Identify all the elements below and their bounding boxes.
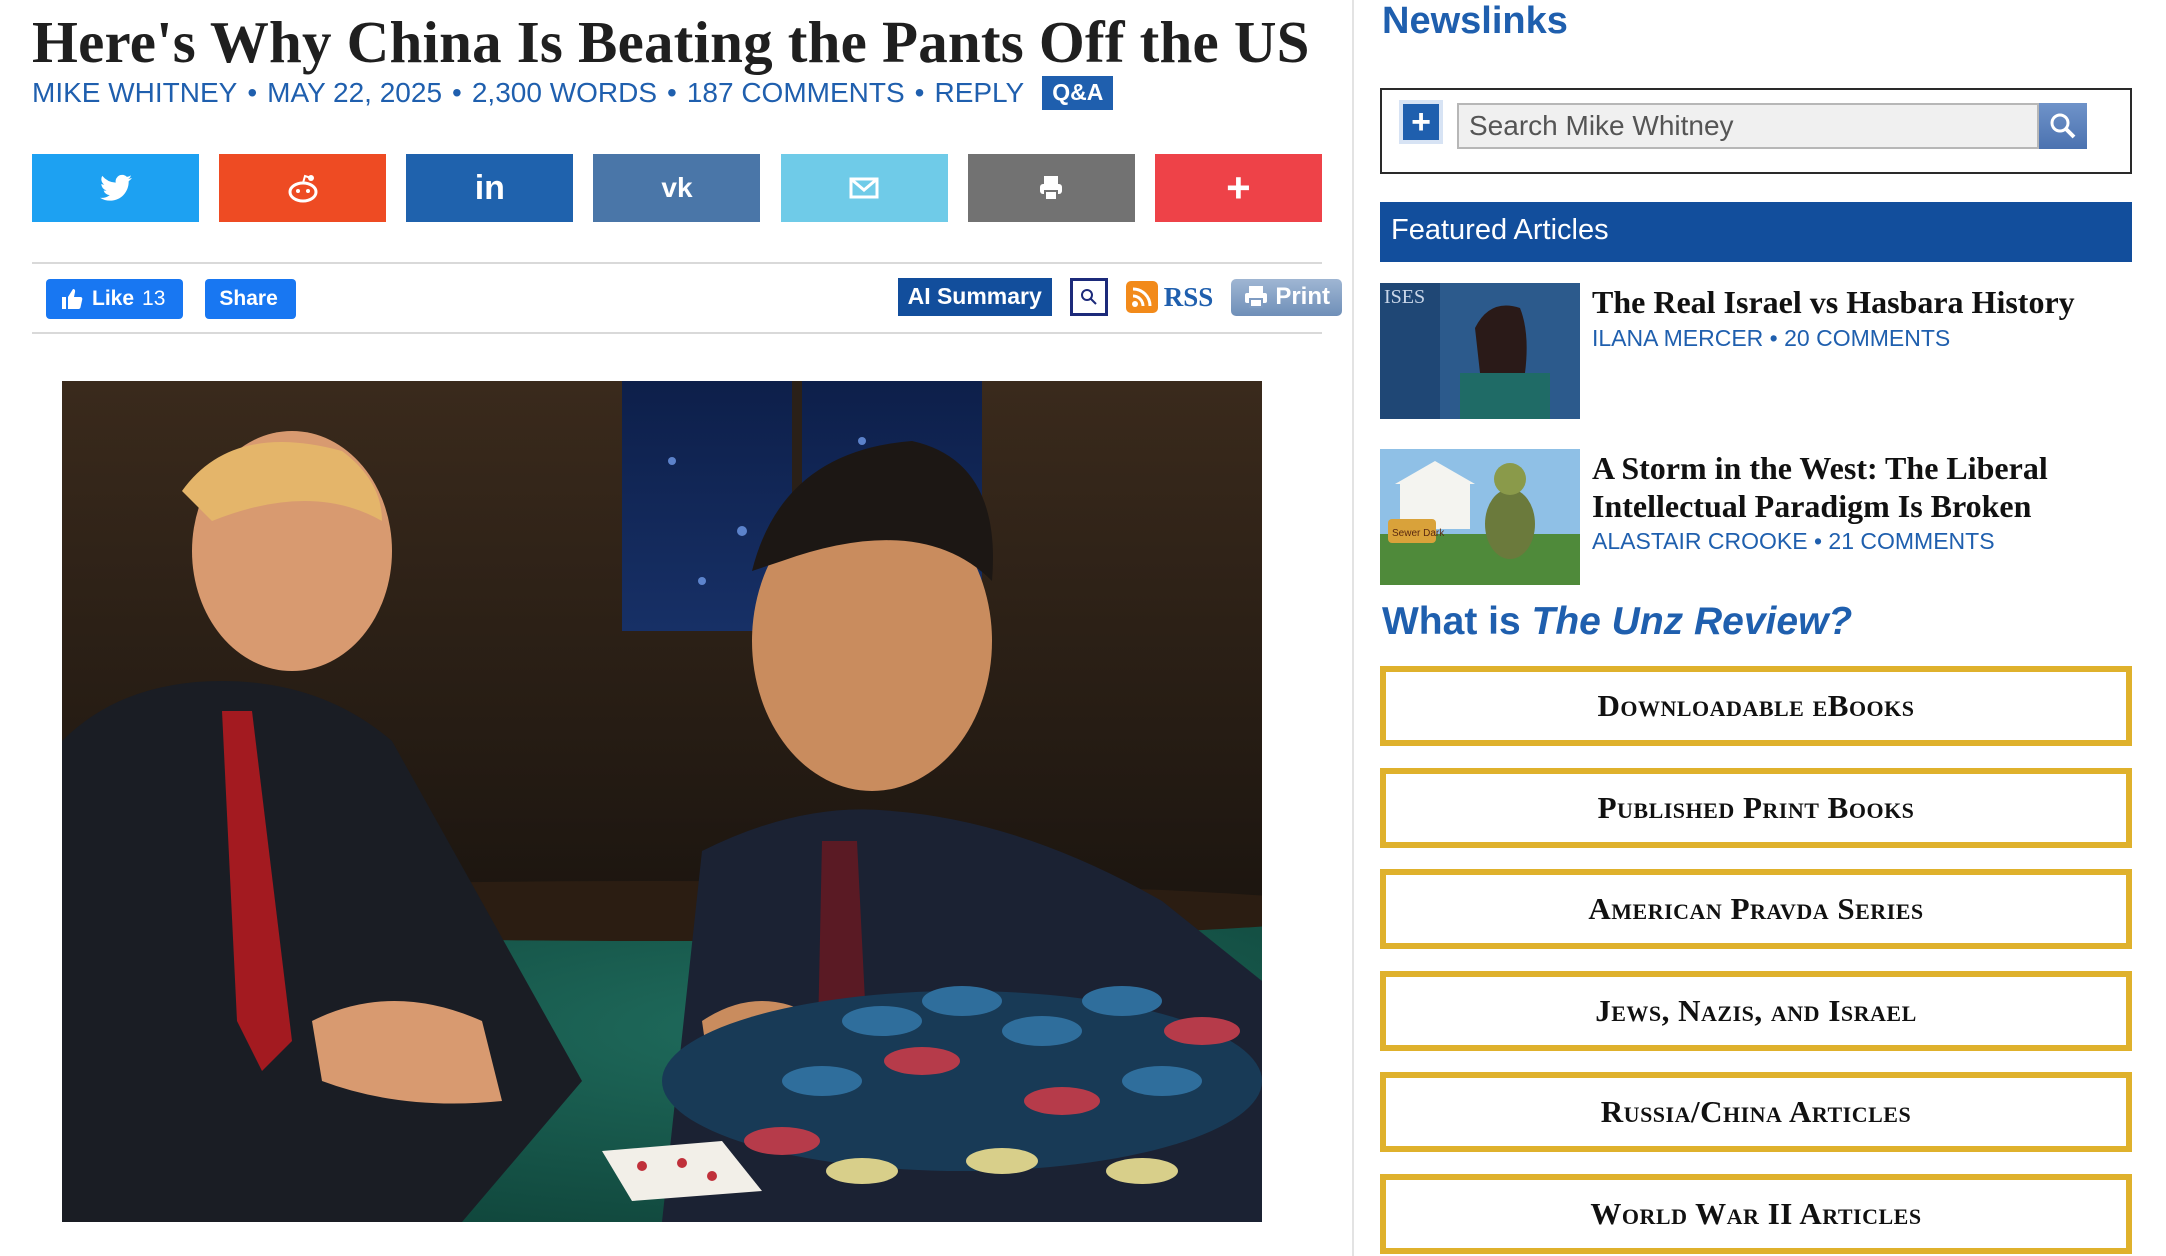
featured-articles-heading: Featured Articles xyxy=(1380,202,2132,262)
divider-top xyxy=(32,262,1322,264)
separator: • xyxy=(452,77,462,108)
more-share-button[interactable]: + xyxy=(1154,154,1322,222)
share-label: Share xyxy=(219,287,278,310)
rss-icon xyxy=(1125,281,1158,313)
gold-link-button[interactable]: Published Print Books xyxy=(1380,768,2132,848)
facebook-share-button[interactable]: Share xyxy=(205,279,296,319)
featured-article[interactable]: Sewer Dark A Storm in the West: The Libe… xyxy=(1380,449,2132,585)
separator: • xyxy=(667,77,677,108)
separator: • xyxy=(914,77,925,108)
twitter-icon xyxy=(99,174,132,201)
thumbs-up-icon xyxy=(62,289,83,309)
featured-title[interactable]: A Storm in the West: The Liberal Intelle… xyxy=(1592,449,2132,525)
like-count: 13 xyxy=(142,287,166,310)
comments-link[interactable]: 187 COMMENTS xyxy=(687,77,905,109)
expand-search-button[interactable]: + xyxy=(1399,100,1443,144)
ai-summary-button[interactable]: AI Summary xyxy=(897,278,1052,316)
search-input[interactable] xyxy=(1457,103,2039,149)
featured-meta: ALASTAIR CROOKE • 21 COMMENTS xyxy=(1592,528,1995,554)
print-share-button[interactable] xyxy=(967,154,1135,222)
hero-illustration xyxy=(62,381,1262,1222)
search-in-article-button[interactable] xyxy=(1069,278,1108,316)
print-button[interactable]: Print xyxy=(1231,278,1342,316)
search-submit-button[interactable] xyxy=(2039,103,2087,149)
column-divider xyxy=(1352,0,1354,1256)
thumbnail-text: ISES xyxy=(1384,286,1425,308)
rss-label: RSS xyxy=(1163,281,1214,312)
what-is-prefix: What is xyxy=(1382,600,1532,643)
email-share-button[interactable] xyxy=(780,154,948,222)
featured-author[interactable]: ALASTAIR CROOKE xyxy=(1592,528,1808,554)
author-link[interactable]: MIKE WHITNEY xyxy=(32,77,237,109)
divider-bottom xyxy=(32,332,1322,334)
featured-author[interactable]: ILANA MERCER xyxy=(1592,325,1763,351)
like-label: Like xyxy=(92,287,135,310)
featured-comments[interactable]: 20 COMMENTS xyxy=(1784,325,1950,351)
article-column: Here's Why China Is Beating the Pants Of… xyxy=(0,0,1352,1256)
gold-link-button[interactable]: Russia/China Articles xyxy=(1380,1072,2132,1152)
vk-icon: vk xyxy=(661,172,693,203)
rss-link[interactable]: RSS xyxy=(1125,281,1214,313)
sidebar: Newslinks + Featured Articles ISES The R… xyxy=(1380,0,2132,1256)
linkedin-share-button[interactable]: in xyxy=(406,154,574,222)
facebook-like-button[interactable]: Like 13 xyxy=(46,279,184,319)
featured-comments[interactable]: 21 COMMENTS xyxy=(1828,528,1994,554)
article-hero-image xyxy=(62,381,1262,1222)
magnifier-icon xyxy=(1080,289,1097,305)
thumbnail-sign-text: Sewer Dark xyxy=(1392,528,1445,539)
what-is-heading: What is The Unz Review? xyxy=(1382,600,1852,644)
printer-icon xyxy=(1245,285,1268,308)
printer-icon xyxy=(1040,176,1063,201)
featured-thumbnail[interactable]: Sewer Dark xyxy=(1380,449,1580,585)
gold-link-button[interactable]: American Pravda Series xyxy=(1380,869,2132,949)
article-date: MAY 22, 2025 xyxy=(267,77,443,108)
mail-icon xyxy=(849,177,879,199)
reddit-share-button[interactable] xyxy=(219,154,387,222)
vk-share-button[interactable]: vk xyxy=(593,154,761,222)
qa-badge[interactable]: Q&A xyxy=(1042,76,1114,110)
twitter-share-button[interactable] xyxy=(32,154,199,222)
linkedin-icon: in xyxy=(474,168,505,207)
reddit-icon xyxy=(288,174,318,203)
featured-meta: ILANA MERCER • 20 COMMENTS xyxy=(1592,325,1951,351)
article-title: Here's Why China Is Beating the Pants Of… xyxy=(32,9,1310,75)
reply-link[interactable]: REPLY xyxy=(934,77,1024,109)
print-label: Print xyxy=(1275,282,1330,310)
newslinks-heading[interactable]: Newslinks xyxy=(1382,0,1568,43)
plus-icon: + xyxy=(1226,164,1251,211)
featured-article[interactable]: ISES The Real Israel vs Hasbara History … xyxy=(1380,283,2132,419)
search-panel: + xyxy=(1380,88,2132,174)
search-icon xyxy=(2050,113,2076,139)
article-byline: MIKE WHITNEY • MAY 22, 2025 • 2,300 WORD… xyxy=(32,76,1114,110)
separator: • xyxy=(247,77,258,108)
word-count: 2,300 WORDS xyxy=(471,77,658,108)
article-tools: AI Summary RSS Print xyxy=(862,278,1342,316)
what-is-name: The Unz Review? xyxy=(1531,600,1853,643)
share-buttons-row: in vk + xyxy=(32,154,1322,222)
gold-link-button[interactable]: World War II Articles xyxy=(1380,1174,2132,1254)
featured-thumbnail[interactable]: ISES xyxy=(1380,283,1580,419)
featured-title[interactable]: The Real Israel vs Hasbara History xyxy=(1592,283,2132,321)
social-buttons: Like 13 Share xyxy=(46,279,296,319)
gold-link-button[interactable]: Jews, Nazis, and Israel xyxy=(1380,971,2132,1051)
gold-link-button[interactable]: Downloadable eBooks xyxy=(1380,666,2132,746)
plus-icon: + xyxy=(1411,103,1431,141)
